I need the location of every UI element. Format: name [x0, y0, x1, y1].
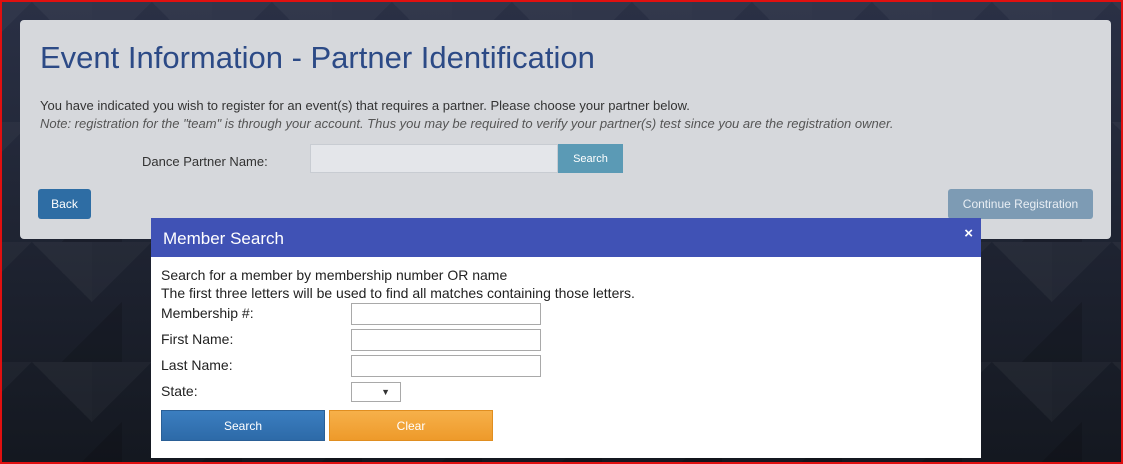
first-name-input[interactable] — [351, 329, 541, 351]
partner-search-button[interactable]: Search — [558, 144, 623, 173]
partner-identification-panel: Event Information - Partner Identificati… — [20, 20, 1111, 239]
first-name-label: First Name: — [161, 331, 234, 347]
instructions-line-1: Search for a member by membership number… — [161, 267, 508, 283]
chevron-down-icon: ▼ — [381, 387, 390, 397]
close-icon[interactable]: × — [964, 225, 973, 242]
instructions-line-2: The first three letters will be used to … — [161, 285, 635, 301]
continue-registration-button[interactable]: Continue Registration — [948, 189, 1093, 219]
partner-name-label: Dance Partner Name: — [142, 154, 268, 169]
partner-name-input[interactable] — [310, 144, 558, 173]
last-name-label: Last Name: — [161, 357, 233, 373]
last-name-input[interactable] — [351, 355, 541, 377]
membership-number-input[interactable] — [351, 303, 541, 325]
clear-button[interactable]: Clear — [329, 410, 493, 441]
modal-header: Member Search × — [151, 218, 981, 257]
page-title: Event Information - Partner Identificati… — [40, 40, 595, 75]
page-note: Note: registration for the "team" is thr… — [40, 116, 894, 131]
state-select[interactable]: ▼ — [351, 382, 401, 402]
back-button[interactable]: Back — [38, 189, 91, 219]
modal-title: Member Search — [163, 229, 284, 248]
state-label: State: — [161, 383, 198, 399]
membership-number-label: Membership #: — [161, 305, 254, 321]
page-frame: Event Information - Partner Identificati… — [0, 0, 1123, 464]
member-search-modal: Member Search × Search for a member by m… — [151, 218, 981, 458]
page-description: You have indicated you wish to register … — [40, 98, 690, 113]
member-search-button[interactable]: Search — [161, 410, 325, 441]
